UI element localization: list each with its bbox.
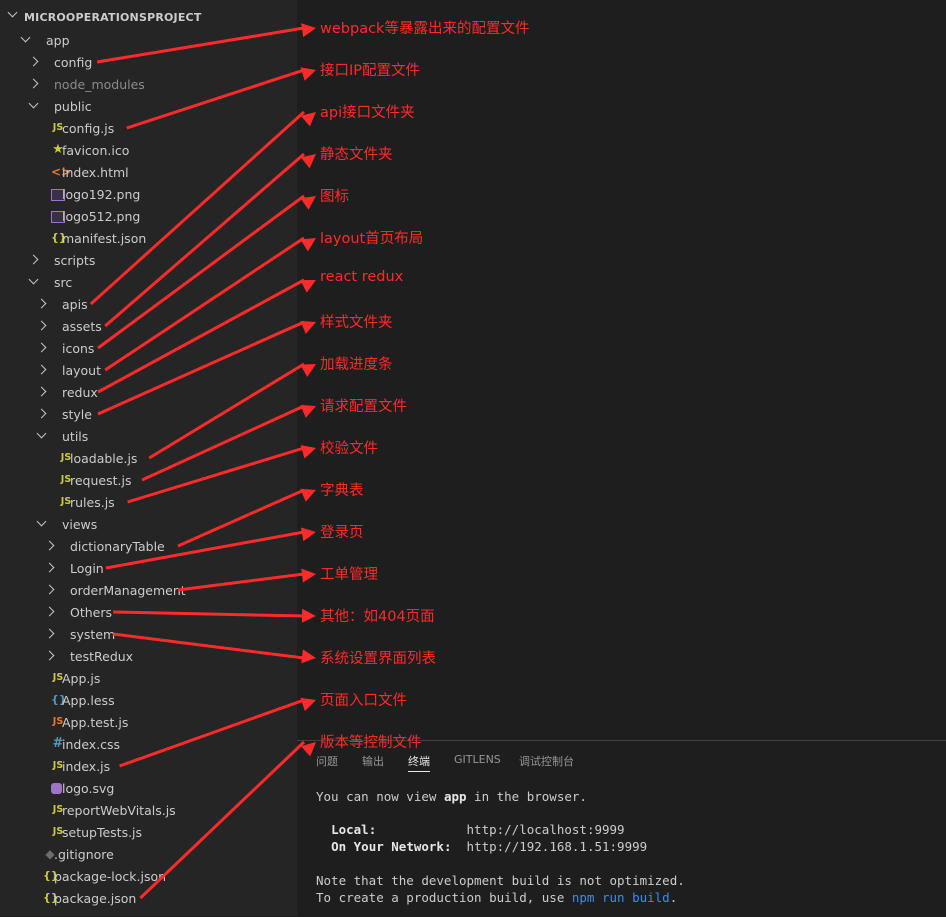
annotation-arrow-line — [113, 632, 305, 660]
annotation-arrow-line — [97, 194, 305, 350]
arrow-head-icon — [301, 608, 316, 623]
arrow-head-icon — [300, 67, 316, 81]
annotation-arrow-line — [104, 152, 305, 328]
arrow-head-icon — [301, 23, 316, 38]
annotation-arrow-line — [96, 26, 305, 64]
arrow-head-icon — [300, 320, 316, 334]
annotation-arrow-line — [139, 740, 306, 900]
arrow-head-icon — [301, 527, 316, 542]
annotation-arrows — [89, 23, 316, 900]
arrow-head-icon — [301, 649, 316, 664]
annotation-arrow-line — [177, 488, 305, 548]
arrow-head-icon — [301, 568, 316, 583]
arrow-head-icon — [300, 364, 316, 377]
annotation-arrow-line — [113, 610, 305, 618]
arrow-head-icon — [300, 238, 316, 252]
annotation-arrow-line — [177, 572, 305, 592]
annotation-arrow-line — [105, 530, 305, 570]
arrow-head-icon — [300, 280, 316, 293]
arrow-head-icon — [300, 405, 316, 418]
annotation-arrow-line — [126, 68, 305, 130]
annotation-arrow-line — [148, 362, 305, 460]
annotation-arrow-line — [141, 404, 305, 482]
arrow-head-icon — [300, 196, 316, 210]
arrow-head-icon — [300, 697, 316, 712]
annotation-arrow-line — [119, 698, 305, 768]
annotation-arrow-line — [104, 236, 305, 372]
arrow-head-icon — [300, 488, 316, 502]
arrow-head-icon — [300, 445, 316, 459]
